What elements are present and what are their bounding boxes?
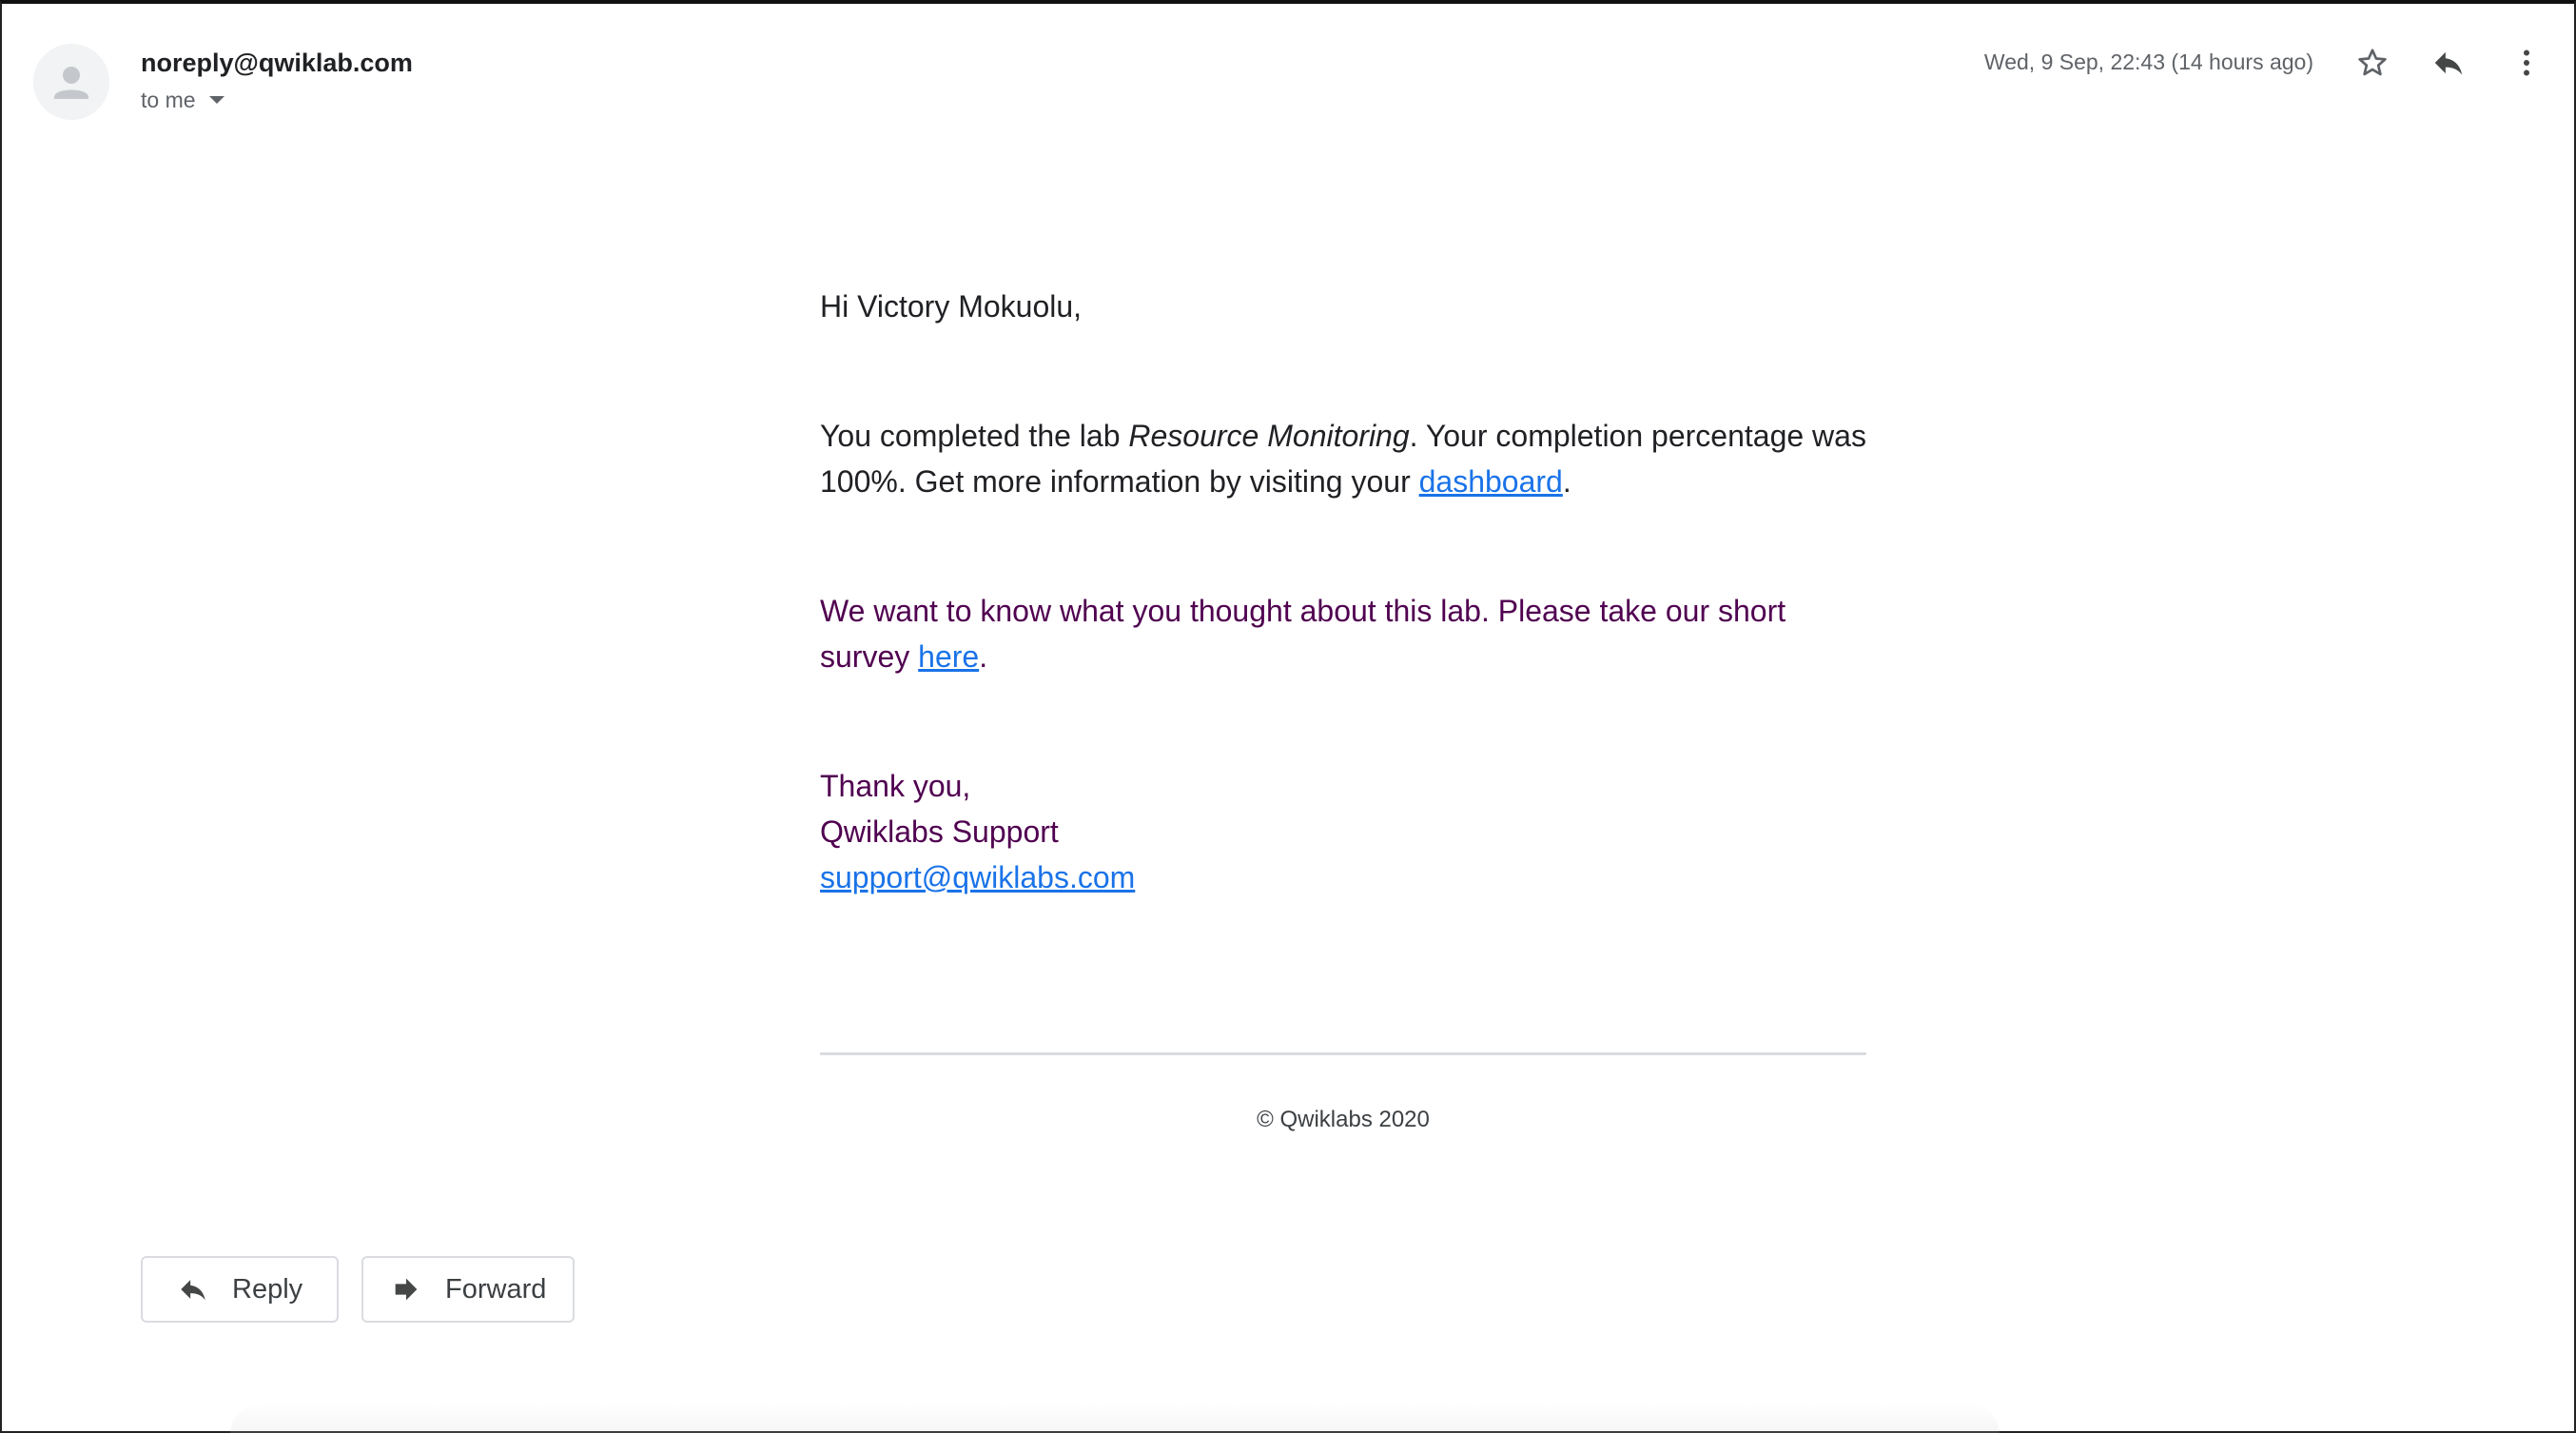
completion-paragraph: You completed the lab Resource Monitorin…	[820, 413, 1866, 504]
signoff: Thank you, Qwiklabs Support support@qwik…	[820, 763, 1866, 900]
sender-address[interactable]: noreply@qwiklab.com	[141, 46, 413, 80]
email-timestamp: Wed, 9 Sep, 22:43 (14 hours ago)	[1983, 49, 2313, 74]
survey-link[interactable]: here	[918, 639, 979, 674]
para2-end: .	[979, 639, 988, 674]
forward-button-label: Forward	[445, 1273, 547, 1305]
para1-end: .	[1562, 464, 1571, 499]
support-email-link[interactable]: support@qwiklabs.com	[820, 860, 1135, 894]
sender-avatar-icon[interactable]	[33, 44, 109, 120]
survey-paragraph: We want to know what you thought about t…	[820, 588, 1866, 679]
recipient-label: to me	[141, 88, 196, 112]
message-body: Hi Victory Mokuolu, You completed the la…	[820, 284, 1866, 900]
reply-icon[interactable]	[2426, 40, 2471, 86]
recipient-details[interactable]: to me	[141, 86, 224, 114]
chevron-down-icon[interactable]	[208, 96, 224, 104]
forward-button[interactable]: Forward	[361, 1256, 575, 1323]
signoff-thanks: Thank you,	[820, 769, 971, 803]
forward-icon	[390, 1273, 422, 1305]
star-icon[interactable]	[2350, 40, 2395, 86]
more-vert-icon[interactable]	[2504, 40, 2549, 86]
footer-divider	[820, 1052, 1866, 1055]
greeting: Hi Victory Mokuolu,	[820, 289, 1083, 324]
copyright-text: © Qwiklabs 2020	[1257, 1107, 1430, 1132]
reply-button[interactable]: Reply	[141, 1256, 339, 1323]
reply-icon	[177, 1273, 209, 1305]
dashboard-link[interactable]: dashboard	[1419, 464, 1563, 499]
lab-name: Resource Monitoring	[1128, 419, 1410, 453]
email-view: noreply@qwiklab.com to me Wed, 9 Sep, 22…	[0, 0, 2576, 1433]
para1-text: You completed the lab	[820, 419, 1129, 453]
reply-button-label: Reply	[232, 1273, 303, 1305]
signoff-team: Qwiklabs Support	[820, 815, 1059, 849]
bottom-shadow	[230, 1403, 2000, 1433]
